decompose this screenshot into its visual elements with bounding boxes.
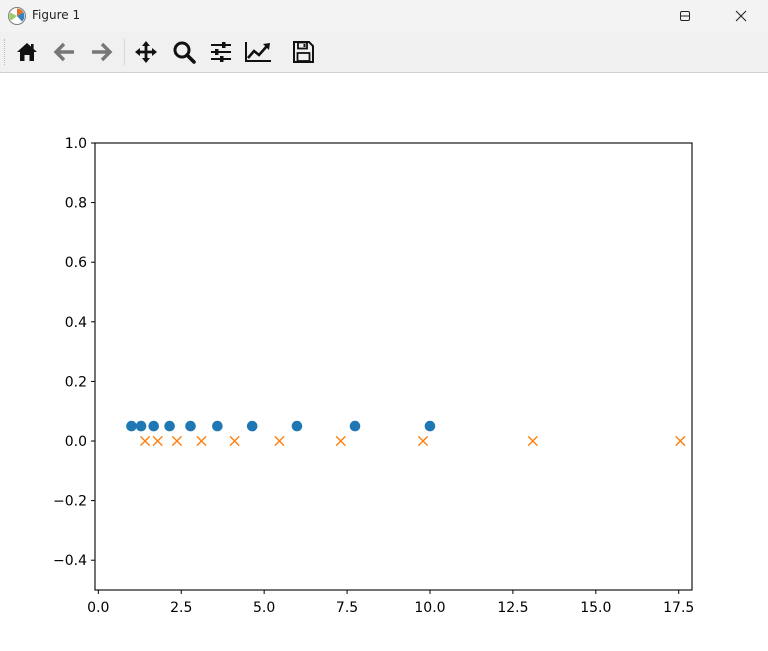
data-point-circle bbox=[126, 420, 137, 432]
data-point-x bbox=[196, 435, 207, 447]
maximize-button[interactable] bbox=[662, 0, 708, 32]
matplotlib-icon bbox=[7, 6, 27, 26]
arrow-right-icon bbox=[92, 42, 113, 62]
title-bar[interactable]: Figure 1 bbox=[0, 0, 768, 32]
close-button[interactable] bbox=[722, 0, 768, 32]
data-point-circle bbox=[185, 420, 196, 432]
arrow-left-icon bbox=[53, 42, 74, 62]
y-tick-label: 0.6 bbox=[65, 255, 87, 271]
data-point-x bbox=[171, 435, 183, 447]
data-point-x bbox=[527, 435, 538, 447]
zoom-button[interactable] bbox=[169, 37, 199, 67]
data-point-x bbox=[152, 435, 163, 447]
data-point-circle bbox=[212, 420, 223, 432]
x-tick-label: 10.0 bbox=[414, 600, 445, 616]
data-point-x bbox=[335, 435, 346, 447]
figure-window: Figure 1 0.0 2.5 5.0 7.5 10.0 12.5 15.0 … bbox=[0, 0, 768, 651]
y-tick-label: 0.0 bbox=[65, 434, 87, 450]
y-tick-label: −0.2 bbox=[53, 494, 87, 510]
y-tick-label: 0.8 bbox=[65, 196, 87, 212]
subplots-button[interactable] bbox=[206, 37, 236, 67]
data-point-x bbox=[417, 435, 429, 447]
data-point-circle bbox=[148, 420, 160, 432]
back-button[interactable] bbox=[50, 37, 80, 67]
data-point-circle bbox=[135, 420, 147, 432]
y-tick-label: 1.0 bbox=[65, 136, 87, 152]
data-point-circle bbox=[424, 420, 436, 432]
home-icon bbox=[17, 43, 37, 61]
axes-frame bbox=[94, 142, 693, 591]
x-tick-label: 12.5 bbox=[497, 600, 528, 616]
home-button[interactable] bbox=[12, 37, 42, 67]
window-title: Figure 1 bbox=[32, 8, 81, 22]
pan-button[interactable] bbox=[131, 37, 161, 67]
data-point-x bbox=[139, 435, 151, 447]
x-tick-label: 0.0 bbox=[87, 600, 109, 616]
close-icon bbox=[735, 10, 747, 22]
x-tick-label: 7.5 bbox=[336, 600, 358, 616]
customize-button[interactable] bbox=[243, 37, 273, 67]
sliders-icon bbox=[211, 42, 231, 62]
data-point-x bbox=[274, 435, 285, 447]
data-point-circle bbox=[164, 420, 175, 432]
data-point-x bbox=[675, 435, 686, 447]
data-point-circle bbox=[349, 420, 361, 432]
scatter-plot: 0.0 2.5 5.0 7.5 10.0 12.5 15.0 17.5 −0.4 −0.2 0.0… bbox=[53, 136, 694, 616]
data-point-circle bbox=[246, 420, 258, 432]
toolbar-grip[interactable] bbox=[4, 39, 7, 65]
x-tick-label: 5.0 bbox=[253, 600, 275, 616]
x-tick-label: 17.5 bbox=[663, 600, 694, 616]
magnifier-icon bbox=[173, 41, 196, 64]
figure-canvas[interactable]: 0.0 2.5 5.0 7.5 10.0 12.5 15.0 17.5 −0.4 −0.2 0.0… bbox=[0, 73, 768, 651]
data-point-x bbox=[229, 435, 240, 447]
y-tick-label: −0.4 bbox=[53, 553, 87, 569]
y-tick-label: 0.4 bbox=[65, 315, 87, 331]
data-point-circle bbox=[291, 420, 303, 432]
chart-line-icon bbox=[245, 42, 271, 62]
maximize-icon bbox=[680, 11, 690, 21]
move-icon bbox=[135, 41, 157, 63]
floppy-disk-icon bbox=[293, 41, 314, 63]
forward-button[interactable] bbox=[86, 37, 116, 67]
toolbar-separator bbox=[124, 39, 125, 65]
x-tick-label: 15.0 bbox=[580, 600, 611, 616]
navigation-toolbar bbox=[0, 32, 768, 73]
x-tick-label: 2.5 bbox=[170, 600, 192, 616]
save-button[interactable] bbox=[288, 37, 318, 67]
y-tick-label: 0.2 bbox=[65, 374, 87, 390]
